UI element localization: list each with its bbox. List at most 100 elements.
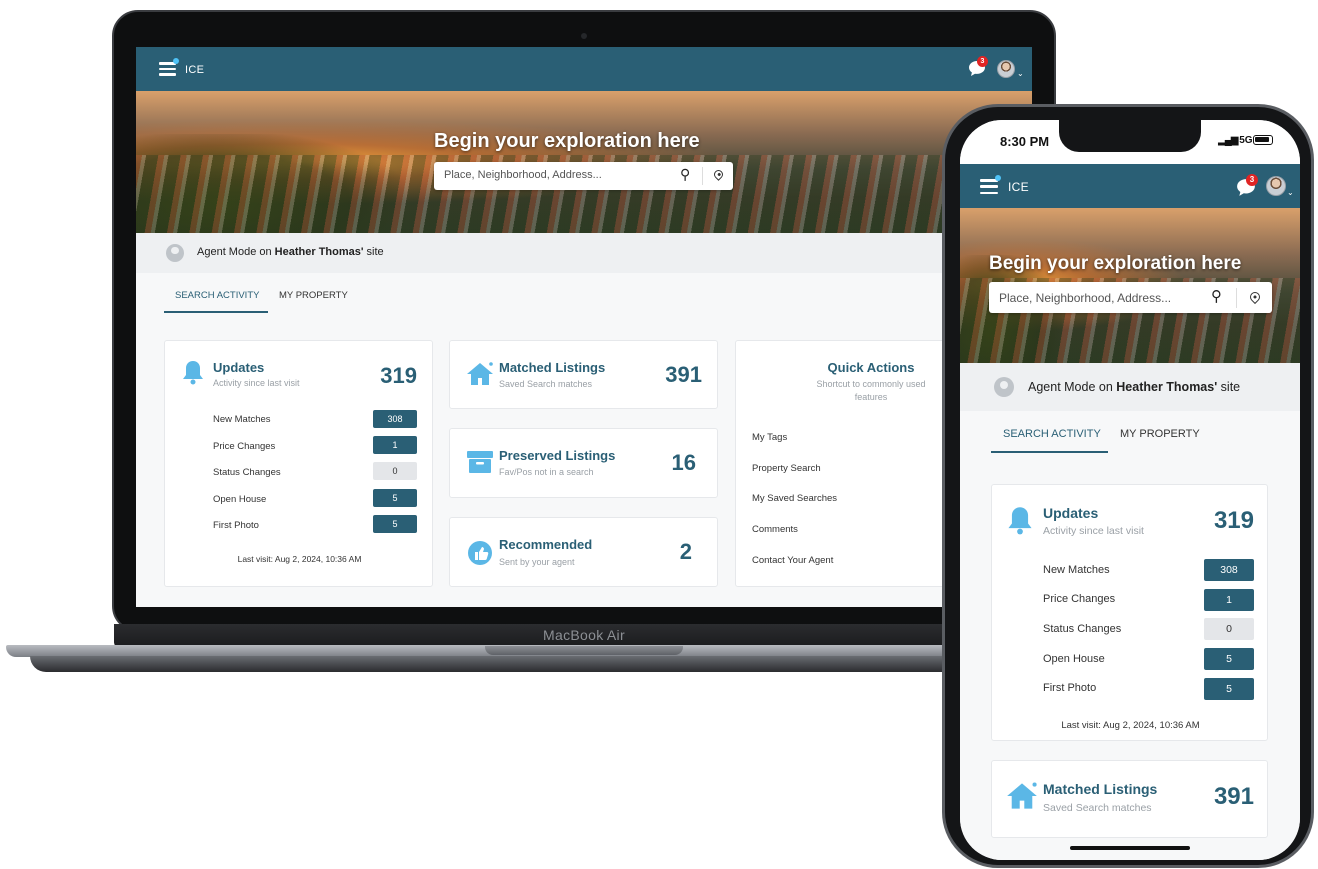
laptop-screen: ICE 3 ⌄ Begin your exploration here Plac… <box>136 47 1032 607</box>
phone-notch <box>1059 120 1201 152</box>
price-changes-count-button[interactable]: 1 <box>1204 589 1254 611</box>
status-changes-count-button[interactable]: 0 <box>373 462 417 480</box>
quick-action-property-search[interactable]: Property Search <box>752 463 821 474</box>
matched-listings-count: 391 <box>1213 783 1254 810</box>
user-avatar[interactable] <box>1266 176 1286 196</box>
agent-name: Heather Thomas' <box>274 246 364 258</box>
new-matches-count-button[interactable]: 308 <box>1204 559 1254 581</box>
main-content: SEARCH ACTIVITY MY PROPERTY Updates Acti… <box>960 411 1300 860</box>
search-icon[interactable]: ⚲ <box>680 166 690 183</box>
matched-listings-subtitle: Saved Search matches <box>499 379 593 389</box>
row-label-open-house: Open House <box>1043 653 1105 665</box>
preserved-listings-title: Preserved Listings <box>499 448 616 463</box>
quick-action-my-tags[interactable]: My Tags <box>752 432 787 443</box>
preserved-listings-count: 16 <box>671 450 696 475</box>
recommended-card[interactable]: Recommended Sent by your agent 2 <box>449 517 718 587</box>
quick-action-comments[interactable]: Comments <box>752 524 798 535</box>
last-visit-text: Last visit: Aug 2, 2024, 10:36 AM <box>237 554 362 564</box>
matched-listings-card[interactable]: Matched Listings Saved Search matches 39… <box>991 760 1268 838</box>
device-mockup-stage: MacBook Air ICE 3 ⌄ Begin your explorati… <box>0 0 1318 869</box>
tab-my-property[interactable]: MY PROPERTY <box>279 290 348 301</box>
agent-mode-text: Agent Mode on Heather Thomas' site <box>197 246 384 258</box>
tab-search-activity[interactable]: SEARCH ACTIVITY <box>175 290 259 301</box>
recommended-title: Recommended <box>499 537 593 552</box>
thumbs-up-badge-icon <box>468 541 492 565</box>
menu-icon[interactable] <box>980 175 1001 195</box>
matched-listings-count: 391 <box>665 362 702 387</box>
updates-subtitle: Activity since last visit <box>1043 525 1144 537</box>
notification-badge: 3 <box>1246 174 1258 186</box>
search-placeholder: Place, Neighborhood, Address... <box>999 291 1172 305</box>
chat-icon[interactable]: 3 <box>968 56 988 82</box>
updates-title: Updates <box>213 360 265 375</box>
open-house-count-button[interactable]: 5 <box>1204 648 1254 670</box>
open-house-count-button[interactable]: 5 <box>373 489 417 507</box>
row-label-new-matches: New Matches <box>213 414 271 425</box>
location-pin-icon[interactable] <box>712 168 725 181</box>
matched-listings-title: Matched Listings <box>1043 781 1158 797</box>
menu-notification-dot <box>995 175 1001 181</box>
home-indicator <box>1070 846 1190 850</box>
hero-banner: Begin your exploration here Place, Neigh… <box>960 208 1300 363</box>
price-changes-count-button[interactable]: 1 <box>373 436 417 454</box>
tab-search-activity[interactable]: SEARCH ACTIVITY <box>1003 428 1101 440</box>
matched-listings-title: Matched Listings <box>499 360 606 375</box>
brand-name[interactable]: ICE <box>185 64 204 76</box>
house-icon <box>1007 782 1037 809</box>
search-input[interactable]: Place, Neighborhood, Address... ⚲ <box>434 162 733 190</box>
row-label-open-house: Open House <box>213 494 267 505</box>
bell-icon <box>1008 507 1032 535</box>
user-avatar[interactable] <box>997 60 1015 78</box>
menu-icon[interactable] <box>159 58 179 76</box>
agent-mode-bar: Agent Mode on Heather Thomas' site <box>960 363 1300 411</box>
phone-status-bar: 8:30 PM ▂▄▆ 5G <box>960 120 1300 164</box>
tab-my-property[interactable]: MY PROPERTY <box>1120 428 1200 440</box>
brand-name[interactable]: ICE <box>1008 180 1029 194</box>
chevron-down-icon[interactable]: ⌄ <box>1287 188 1294 197</box>
app-header: ICE 3 ⌄ <box>136 47 1032 91</box>
archive-box-icon <box>467 451 493 473</box>
phone-clock: 8:30 PM <box>1000 134 1050 149</box>
first-photo-count-button[interactable]: 5 <box>1204 678 1254 700</box>
updates-subtitle: Activity since last visit <box>213 378 300 388</box>
agent-mode-text: Agent Mode on Heather Thomas' site <box>1028 380 1241 394</box>
hero-title: Begin your exploration here <box>434 130 700 152</box>
agent-name: Heather Thomas' <box>1116 380 1218 394</box>
updates-card[interactable]: Updates Activity since last visit 319 Ne… <box>991 484 1268 741</box>
location-pin-icon[interactable] <box>1247 289 1263 305</box>
laptop-model-label: MacBook Air <box>543 627 625 643</box>
quick-action-contact-agent[interactable]: Contact Your Agent <box>752 555 833 566</box>
quick-actions-subtitle: Shortcut to commonly used features <box>816 379 926 402</box>
bell-icon <box>183 361 203 385</box>
new-matches-count-button[interactable]: 308 <box>373 410 417 428</box>
search-icon[interactable]: ⚲ <box>1211 287 1222 305</box>
battery-icon <box>1253 135 1273 145</box>
chevron-down-icon[interactable]: ⌄ <box>1017 69 1024 78</box>
first-photo-count-button[interactable]: 5 <box>373 515 417 533</box>
house-icon <box>467 362 493 385</box>
active-tab-indicator <box>991 451 1108 453</box>
updates-count: 319 <box>1213 507 1254 534</box>
signal-icon: ▂▄▆ 5G <box>1218 135 1253 146</box>
matched-listings-subtitle: Saved Search matches <box>1043 802 1152 814</box>
search-input[interactable]: Place, Neighborhood, Address... ⚲ <box>989 282 1272 313</box>
menu-notification-dot <box>173 58 179 64</box>
app-header: ICE 3 ⌄ <box>960 164 1300 208</box>
row-label-first-photo: First Photo <box>1043 682 1097 694</box>
laptop-camera <box>581 33 587 39</box>
chat-icon[interactable]: 3 <box>1236 174 1258 202</box>
updates-card[interactable]: Updates Activity since last visit 319 Ne… <box>164 340 433 587</box>
agent-avatar-icon <box>166 244 184 262</box>
preserved-listings-card[interactable]: Preserved Listings Fav/Pos not in a sear… <box>449 428 718 498</box>
agent-mode-bar: Agent Mode on Heather Thomas' site <box>136 233 1032 273</box>
updates-count: 319 <box>380 363 417 388</box>
status-changes-count-button[interactable]: 0 <box>1204 618 1254 640</box>
matched-listings-card[interactable]: Matched Listings Saved Search matches 39… <box>449 340 718 409</box>
hero-title: Begin your exploration here <box>989 253 1242 274</box>
row-label-price-changes: Price Changes <box>1043 593 1116 605</box>
quick-action-my-saved-searches[interactable]: My Saved Searches <box>752 493 837 504</box>
row-label-new-matches: New Matches <box>1043 564 1110 576</box>
main-content: SEARCH ACTIVITY MY PROPERTY Updates Acti… <box>136 273 1032 607</box>
phone-screen: 8:30 PM ▂▄▆ 5G ICE 3 ⌄ Begin your explor… <box>960 120 1300 860</box>
search-placeholder: Place, Neighborhood, Address... <box>444 169 602 181</box>
